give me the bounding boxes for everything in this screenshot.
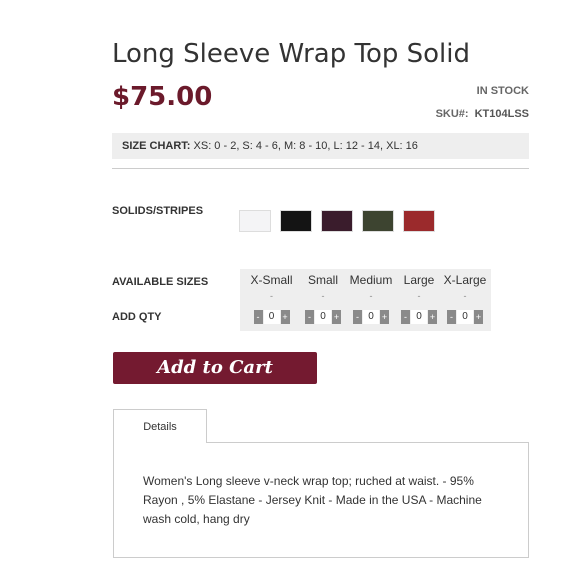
size-label: X-Small	[250, 273, 293, 287]
product-page: Long Sleeve Wrap Top Solid $75.00 IN STO…	[0, 0, 580, 580]
size-quantity-table: X-Small - - 0 + Small - - 0 + Medium - -…	[240, 269, 491, 331]
product-title: Long Sleeve Wrap Top Solid	[112, 39, 470, 69]
quantity-input[interactable]: 0	[263, 310, 280, 324]
quantity-stepper: - 0 +	[401, 310, 437, 324]
size-chart-bar: SIZE CHART: XS: 0 - 2, S: 4 - 6, M: 8 - …	[112, 133, 529, 159]
increment-button[interactable]: +	[280, 310, 290, 324]
color-swatch-white[interactable]	[239, 210, 271, 232]
size-label: X-Large	[443, 273, 487, 287]
details-panel: Women's Long sleeve v-neck wrap top; ruc…	[113, 442, 529, 558]
color-swatch-black[interactable]	[280, 210, 312, 232]
add-to-cart-button[interactable]: Add to Cart	[113, 352, 317, 384]
size-availability: -	[321, 291, 325, 301]
color-options-label: SOLIDS/STRIPES	[112, 205, 204, 217]
decrement-button[interactable]: -	[353, 310, 362, 324]
size-label: Large	[403, 273, 435, 287]
quantity-input[interactable]: 0	[457, 310, 473, 324]
size-availability: -	[463, 291, 467, 301]
increment-button[interactable]: +	[474, 310, 483, 324]
color-swatch-olive[interactable]	[362, 210, 394, 232]
decrement-button[interactable]: -	[305, 310, 314, 324]
increment-button[interactable]: +	[380, 310, 389, 324]
increment-button[interactable]: +	[332, 310, 341, 324]
quantity-input[interactable]: 0	[363, 310, 379, 324]
size-availability: -	[369, 291, 373, 301]
size-label: Small	[307, 273, 338, 287]
divider	[112, 168, 529, 169]
quantity-stepper: - 0 +	[447, 310, 483, 324]
size-availability: -	[417, 291, 421, 301]
sku-label: SKU#:	[435, 108, 469, 120]
tab-details[interactable]: Details	[113, 409, 207, 443]
quantity-stepper: - 0 +	[253, 310, 290, 324]
size-label: Medium	[349, 273, 393, 287]
size-availability: -	[270, 291, 273, 301]
sku: SKU#: KT104LSS	[436, 107, 529, 121]
quantity-stepper: - 0 +	[353, 310, 389, 324]
size-column-xsmall: X-Small - - 0 +	[240, 269, 303, 331]
size-column-small: Small - - 0 +	[303, 269, 343, 331]
quantity-input[interactable]: 0	[315, 310, 331, 324]
add-qty-label: ADD QTY	[112, 311, 162, 323]
color-swatch-red[interactable]	[403, 210, 435, 232]
quantity-stepper: - 0 +	[305, 310, 341, 324]
decrement-button[interactable]: -	[447, 310, 456, 324]
product-description: Women's Long sleeve v-neck wrap top; ruc…	[143, 474, 482, 526]
size-chart-label: SIZE CHART:	[122, 140, 191, 152]
product-price: $75.00	[112, 82, 213, 112]
decrement-button[interactable]: -	[253, 310, 263, 324]
quantity-input[interactable]: 0	[411, 310, 427, 324]
stock-status: IN STOCK	[476, 85, 529, 97]
sku-value: KT104LSS	[474, 108, 529, 120]
size-column-xlarge: X-Large - - 0 +	[439, 269, 491, 331]
size-chart-text: XS: 0 - 2, S: 4 - 6, M: 8 - 10, L: 12 - …	[193, 140, 418, 152]
available-sizes-label: AVAILABLE SIZES	[112, 276, 209, 288]
color-swatch-plum[interactable]	[321, 210, 353, 232]
size-column-large: Large - - 0 +	[399, 269, 439, 331]
size-column-medium: Medium - - 0 +	[343, 269, 399, 331]
decrement-button[interactable]: -	[401, 310, 410, 324]
increment-button[interactable]: +	[428, 310, 437, 324]
